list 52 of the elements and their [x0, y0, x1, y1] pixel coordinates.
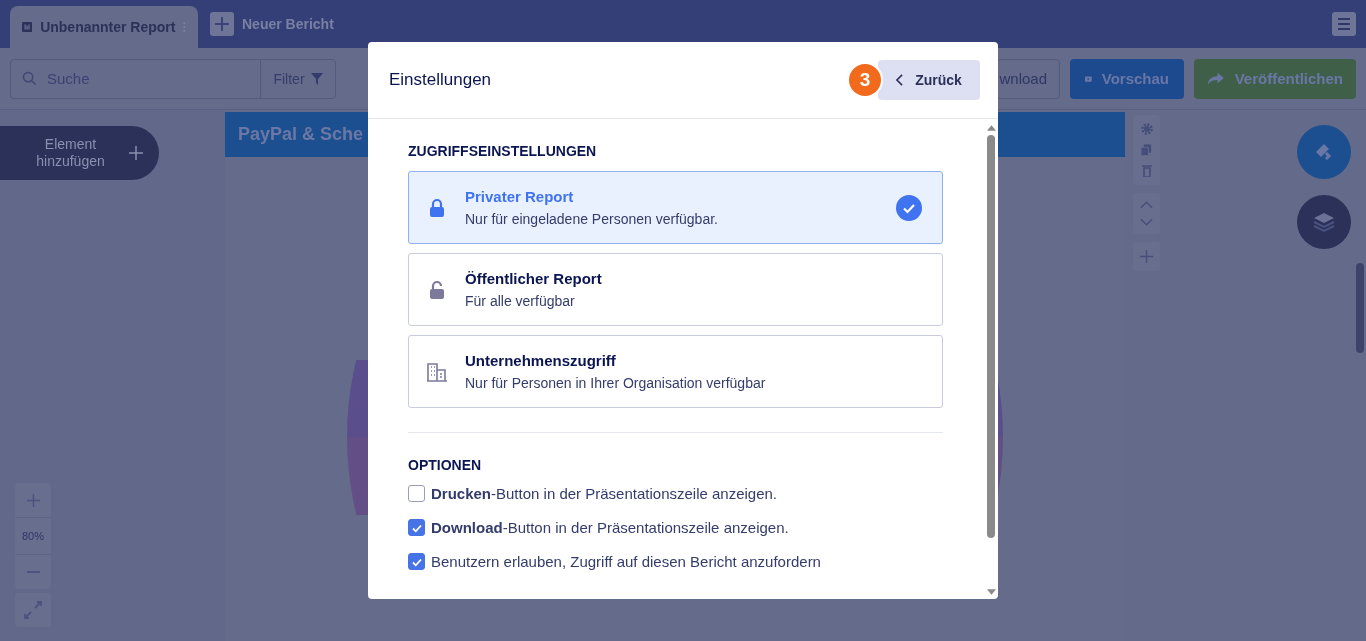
zoom-level: 80%: [15, 517, 51, 555]
back-button[interactable]: Zurück: [878, 60, 980, 100]
checkbox-label: Download-Button in der Präsentationszeile anzeigen.: [431, 519, 789, 536]
fullscreen-button[interactable]: [15, 593, 51, 627]
access-option[interactable]: Privater Report Nur für eingeladene Personen verfügbar.: [408, 171, 943, 244]
expand-icon: [23, 600, 43, 620]
trash-icon[interactable]: [1141, 165, 1152, 177]
plus-icon: [210, 12, 234, 36]
check-circle-icon: [896, 194, 922, 221]
checkbox[interactable]: [408, 553, 425, 570]
section-heading: ZUGRIFFSEINSTELLUNGEN: [408, 143, 598, 159]
toolbar-button[interactable]: Veröffentlichen: [1194, 58, 1356, 99]
option-description: Für alle verfügbar: [465, 293, 576, 309]
scroll-up-icon[interactable]: [986, 125, 996, 131]
checkbox-label: Drucken-Button in der Präsentationszeile anzeigen.: [431, 485, 778, 502]
chevron-left-icon: [896, 74, 904, 86]
menu-icon[interactable]: [1332, 12, 1356, 36]
new-report-button[interactable]: Neuer Bericht: [210, 12, 334, 36]
paint-roller-button[interactable]: [1297, 125, 1351, 179]
plus-icon[interactable]: [1140, 250, 1153, 263]
plus-icon: [26, 493, 40, 507]
option-title: Privater Report: [465, 188, 575, 205]
step-badge: 3: [849, 64, 881, 96]
option-title: Unternehmenszugriff: [465, 352, 617, 369]
add-element-button[interactable]: Element hinzufügen: [0, 126, 159, 180]
scroll-down-icon[interactable]: [986, 589, 996, 595]
option-description: Nur für eingeladene Personen verfügbar.: [465, 211, 719, 227]
access-option[interactable]: Öffentlicher Report Für alle verfügbar: [408, 253, 943, 326]
layers-icon: [1312, 210, 1336, 234]
chevron-up-icon[interactable]: [1140, 201, 1153, 209]
checkbox[interactable]: [408, 519, 425, 536]
section-heading: OPTIONEN: [408, 457, 483, 473]
scrollbar-thumb[interactable]: [987, 135, 995, 538]
building-icon: [426, 361, 448, 382]
toolbar-button[interactable]: Vorschau: [1070, 58, 1184, 99]
report-title: PayPal & Sche: [238, 124, 364, 145]
access-option[interactable]: Unternehmenszugriff Nur für Personen in Ihrer Organisation verfügbar: [408, 335, 943, 408]
chart-icon: [22, 19, 33, 35]
layers-button[interactable]: [1297, 195, 1351, 249]
checkbox-label: Benutzern erlauben, Zugriff auf diesen Bericht anzufordern: [431, 553, 821, 570]
report-tab[interactable]: Unbenannter Report: [10, 6, 198, 48]
option-title: Öffentlicher Report: [465, 270, 603, 287]
checkbox[interactable]: [408, 485, 425, 502]
settings-icon[interactable]: [1140, 123, 1153, 135]
option-description: Nur für Personen in Ihrer Organisation verfügbar: [465, 375, 767, 391]
scrollbar-thumb[interactable]: [1356, 263, 1364, 353]
search-icon: [22, 70, 37, 86]
filter-icon: [310, 72, 323, 85]
copy-icon[interactable]: [1141, 144, 1152, 156]
chevron-down-icon[interactable]: [1140, 218, 1153, 226]
plus-icon: [128, 146, 143, 160]
dialog-title: Einstellungen: [389, 70, 492, 90]
